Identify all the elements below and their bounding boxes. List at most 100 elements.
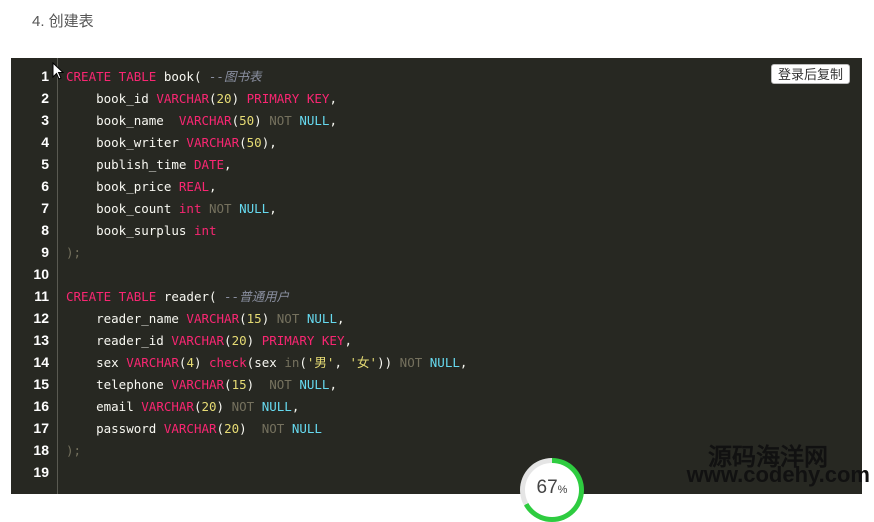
code-token: 4 xyxy=(186,355,194,370)
code-token: NULL xyxy=(239,201,270,216)
code-token: ); xyxy=(66,245,82,260)
code-token: --图书表 xyxy=(209,69,262,84)
code-token: NOT xyxy=(269,113,300,128)
code-token: ) xyxy=(254,113,270,128)
code-text: book_count int NOT NULL, xyxy=(49,198,277,220)
code-token: ) xyxy=(216,399,232,414)
line-number: 16 xyxy=(33,398,49,414)
code-token: ( xyxy=(231,113,240,128)
code-line: 3 book_name VARCHAR(50) NOT NULL, xyxy=(11,109,467,131)
code-token: book_writer xyxy=(66,135,187,150)
code-token: VARCHAR xyxy=(178,113,232,128)
code-token: book( xyxy=(163,69,209,84)
code-token: , xyxy=(329,91,337,106)
line-number: 9 xyxy=(41,244,49,260)
code-token: , xyxy=(224,157,232,172)
line-number: 7 xyxy=(41,200,49,216)
code-token: , xyxy=(336,311,345,326)
line-number: 10 xyxy=(33,266,49,282)
code-token: , xyxy=(209,179,217,194)
line-number: 2 xyxy=(41,90,49,106)
code-token: publish_time xyxy=(66,157,194,172)
code-token: book_price xyxy=(66,179,179,194)
code-token: REAL xyxy=(178,179,209,194)
code-token: NULL xyxy=(299,113,330,128)
code-token: DATE xyxy=(193,157,225,172)
code-token: NOT xyxy=(269,377,300,392)
code-lines: 1 CREATE TABLE book( --图书表 2 book_id VARCH… xyxy=(11,65,467,483)
code-token: NOT xyxy=(209,201,240,216)
code-token: , xyxy=(329,113,337,128)
code-token: ) xyxy=(239,421,262,436)
code-line: 1 CREATE TABLE book( --图书表 xyxy=(11,65,467,87)
code-token: email xyxy=(66,399,142,414)
code-line: 2 book_id VARCHAR(20) PRIMARY KEY, xyxy=(11,87,467,109)
line-number: 12 xyxy=(33,310,49,326)
code-token: '女' xyxy=(349,355,378,370)
code-token: VARCHAR xyxy=(156,91,209,106)
copy-button[interactable]: 登录后复制 xyxy=(770,64,850,84)
code-line: 11 CREATE TABLE reader( --普通用户 xyxy=(11,285,467,307)
code-text: book_name VARCHAR(50) NOT NULL, xyxy=(49,110,337,132)
code-text: password VARCHAR(20) NOT NULL xyxy=(49,418,322,440)
code-text: CREATE TABLE book( --图书表 xyxy=(49,66,262,88)
line-number: 3 xyxy=(41,112,49,128)
code-token: ( xyxy=(239,135,247,150)
code-token: ); xyxy=(66,443,82,458)
code-line: 12 reader_name VARCHAR(15) NOT NULL, xyxy=(11,307,467,329)
code-token: reader_id xyxy=(66,333,172,348)
code-line: 16 email VARCHAR(20) NOT NULL, xyxy=(11,395,467,417)
code-token: ) xyxy=(246,333,262,348)
code-token: ( xyxy=(224,377,232,392)
code-token: --普通用户 xyxy=(224,289,290,304)
code-token: NULL xyxy=(291,421,322,436)
code-token: int xyxy=(178,201,209,216)
code-token: sex xyxy=(66,355,127,370)
code-text: book_id VARCHAR(20) PRIMARY KEY, xyxy=(49,88,337,110)
code-line: 14 sex VARCHAR(4) check(sex in('男', '女')… xyxy=(11,351,467,373)
code-token: check xyxy=(209,355,247,370)
watermark-url: www.codehy.com xyxy=(686,462,870,487)
code-line: 18); xyxy=(11,439,467,461)
code-token: int xyxy=(193,223,217,238)
code-line: 6 book_price REAL, xyxy=(11,175,467,197)
reading-progress-indicator: 67% xyxy=(520,458,584,522)
code-token: , xyxy=(459,355,468,370)
section-heading: 4. 创建表 xyxy=(32,13,94,30)
code-line: 10 xyxy=(11,263,467,285)
line-number: 1 xyxy=(41,68,49,84)
code-token: ) xyxy=(193,355,210,370)
line-number: 17 xyxy=(33,420,49,436)
code-line: 9); xyxy=(11,241,467,263)
code-token: 15 xyxy=(231,377,247,392)
code-token: ) xyxy=(231,91,247,106)
code-token: , xyxy=(344,333,353,348)
code-token: VARCHAR xyxy=(186,311,240,326)
code-token: 20 xyxy=(216,91,232,106)
code-token: (sex xyxy=(246,355,285,370)
code-token: ( xyxy=(299,355,307,370)
code-token: VARCHAR xyxy=(141,399,194,414)
line-number: 19 xyxy=(33,464,49,480)
code-token: ), xyxy=(261,135,277,150)
code-text: CREATE TABLE reader( --普通用户 xyxy=(49,286,289,308)
code-token: VARCHAR xyxy=(171,377,225,392)
code-token: password xyxy=(66,421,164,436)
code-token: , xyxy=(269,201,277,216)
code-token: CREATE TABLE xyxy=(66,69,164,84)
code-text: email VARCHAR(20) NOT NULL, xyxy=(49,396,299,418)
line-number: 15 xyxy=(33,376,49,392)
code-token: , xyxy=(291,399,300,414)
line-number: 18 xyxy=(33,442,49,458)
code-text: ); xyxy=(49,242,81,264)
code-line: 5 publish_time DATE, xyxy=(11,153,467,175)
code-token: VARCHAR xyxy=(171,333,225,348)
code-token: PRIMARY KEY xyxy=(246,91,330,106)
code-token: book_id xyxy=(66,91,157,106)
progress-value: 67 xyxy=(536,477,558,498)
code-line: 7 book_count int NOT NULL, xyxy=(11,197,467,219)
code-token: in xyxy=(284,355,300,370)
code-token: 20 xyxy=(201,399,217,414)
code-token: PRIMARY KEY xyxy=(261,333,345,348)
code-token: )) xyxy=(377,355,400,370)
